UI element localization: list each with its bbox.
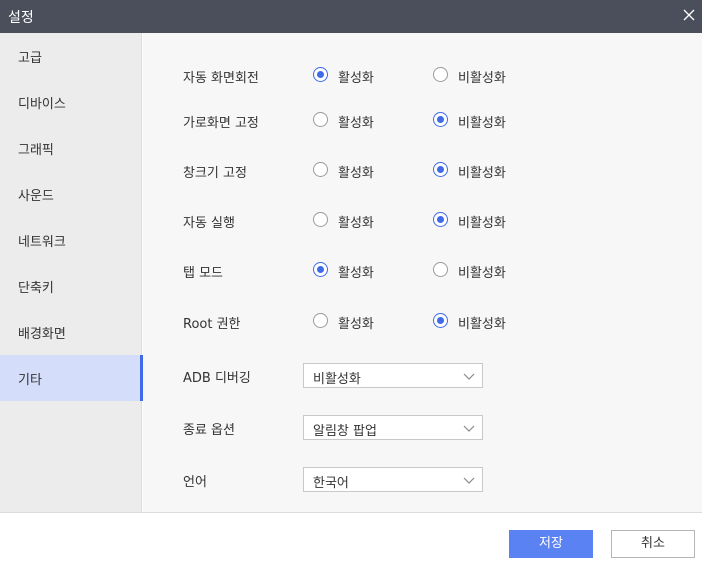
- sidebar-item-label: 그래픽: [18, 143, 54, 158]
- setting-exit-option: 종료 옵션 알림창 팝업: [143, 412, 702, 442]
- setting-window-size-lock: 창크기 고정 활성화 비활성화: [143, 155, 702, 185]
- adb-debugging-select[interactable]: 비활성화: [303, 363, 483, 388]
- radio-label: 활성화: [338, 317, 374, 332]
- select-value: 한국어: [313, 476, 349, 491]
- sidebar-item-label: 배경화면: [18, 327, 66, 342]
- sidebar-item-label: 디바이스: [18, 97, 66, 112]
- radio-indicator: [313, 162, 328, 177]
- radio-label: 활성화: [338, 166, 374, 181]
- sidebar-item-label: 기타: [18, 373, 42, 388]
- settings-panel: 자동 화면회전 활성화 비활성화 가로화면 고정 활성화 비활성화 창크기 고정…: [143, 33, 702, 512]
- radio-label: 비활성화: [458, 317, 506, 332]
- sidebar-item-advanced[interactable]: 고급: [0, 33, 142, 79]
- select-value: 알림창 팝업: [313, 424, 377, 439]
- language-select[interactable]: 한국어: [303, 467, 483, 492]
- setting-label: 가로화면 고정: [183, 116, 259, 131]
- setting-label: ADB 디버깅: [183, 371, 251, 386]
- setting-adb-debugging: ADB 디버깅 비활성화: [143, 360, 702, 390]
- sidebar-item-label: 고급: [18, 51, 42, 66]
- sidebar-item-other[interactable]: 기타: [0, 355, 143, 401]
- radio-label: 비활성화: [458, 116, 506, 131]
- chevron-down-icon: [463, 373, 475, 380]
- cancel-button[interactable]: 취소: [611, 530, 695, 558]
- sidebar-item-wallpaper[interactable]: 배경화면: [0, 309, 142, 355]
- close-icon: [683, 9, 695, 21]
- radio-label: 활성화: [338, 116, 374, 131]
- sidebar-item-device[interactable]: 디바이스: [0, 79, 142, 125]
- radio-label: 비활성화: [458, 266, 506, 281]
- settings-sidebar: 고급 디바이스 그래픽 사운드 네트워크 단축키 배경화면 기타: [0, 33, 143, 512]
- dialog-footer: 저장 취소: [0, 512, 702, 564]
- save-button[interactable]: 저장: [509, 530, 593, 558]
- radio-indicator: [433, 162, 448, 177]
- radio-indicator: [313, 67, 328, 82]
- radio-indicator: [313, 313, 328, 328]
- radio-indicator: [313, 112, 328, 127]
- radio-indicator: [313, 212, 328, 227]
- radio-indicator: [433, 212, 448, 227]
- sidebar-item-label: 네트워크: [18, 235, 66, 250]
- radio-indicator: [433, 112, 448, 127]
- setting-language: 언어 한국어: [143, 464, 702, 494]
- chevron-down-icon: [463, 477, 475, 484]
- radio-indicator: [433, 262, 448, 277]
- sidebar-item-label: 단축키: [18, 281, 54, 296]
- setting-label: 종료 옵션: [183, 423, 235, 438]
- sidebar-item-sound[interactable]: 사운드: [0, 171, 142, 217]
- close-button[interactable]: [676, 0, 702, 33]
- radio-label: 활성화: [338, 216, 374, 231]
- setting-landscape-lock: 가로화면 고정 활성화 비활성화: [143, 105, 702, 135]
- radio-label: 비활성화: [458, 166, 506, 181]
- chevron-down-icon: [463, 425, 475, 432]
- sidebar-item-shortcuts[interactable]: 단축키: [0, 263, 142, 309]
- setting-label: 언어: [183, 475, 207, 490]
- radio-label: 비활성화: [458, 71, 506, 86]
- radio-indicator: [433, 67, 448, 82]
- select-value: 비활성화: [313, 372, 361, 387]
- setting-label: 자동 화면회전: [183, 71, 259, 86]
- radio-indicator: [313, 262, 328, 277]
- sidebar-item-label: 사운드: [18, 189, 54, 204]
- setting-label: Root 권한: [183, 317, 241, 332]
- sidebar-item-network[interactable]: 네트워크: [0, 217, 142, 263]
- radio-label: 비활성화: [458, 216, 506, 231]
- setting-tab-mode: 탭 모드 활성화 비활성화: [143, 255, 702, 285]
- sidebar-item-graphics[interactable]: 그래픽: [0, 125, 142, 171]
- exit-option-select[interactable]: 알림창 팝업: [303, 415, 483, 440]
- setting-label: 탭 모드: [183, 266, 224, 281]
- setting-root-permission: Root 권한 활성화 비활성화: [143, 306, 702, 336]
- radio-label: 활성화: [338, 266, 374, 281]
- setting-auto-rotate: 자동 화면회전 활성화 비활성화: [143, 60, 702, 90]
- window-title: 설정: [8, 10, 34, 26]
- setting-label: 자동 실행: [183, 216, 235, 231]
- setting-auto-start: 자동 실행 활성화 비활성화: [143, 205, 702, 235]
- setting-label: 창크기 고정: [183, 166, 247, 181]
- title-bar: 설정: [0, 0, 702, 33]
- radio-label: 활성화: [338, 71, 374, 86]
- radio-indicator: [433, 313, 448, 328]
